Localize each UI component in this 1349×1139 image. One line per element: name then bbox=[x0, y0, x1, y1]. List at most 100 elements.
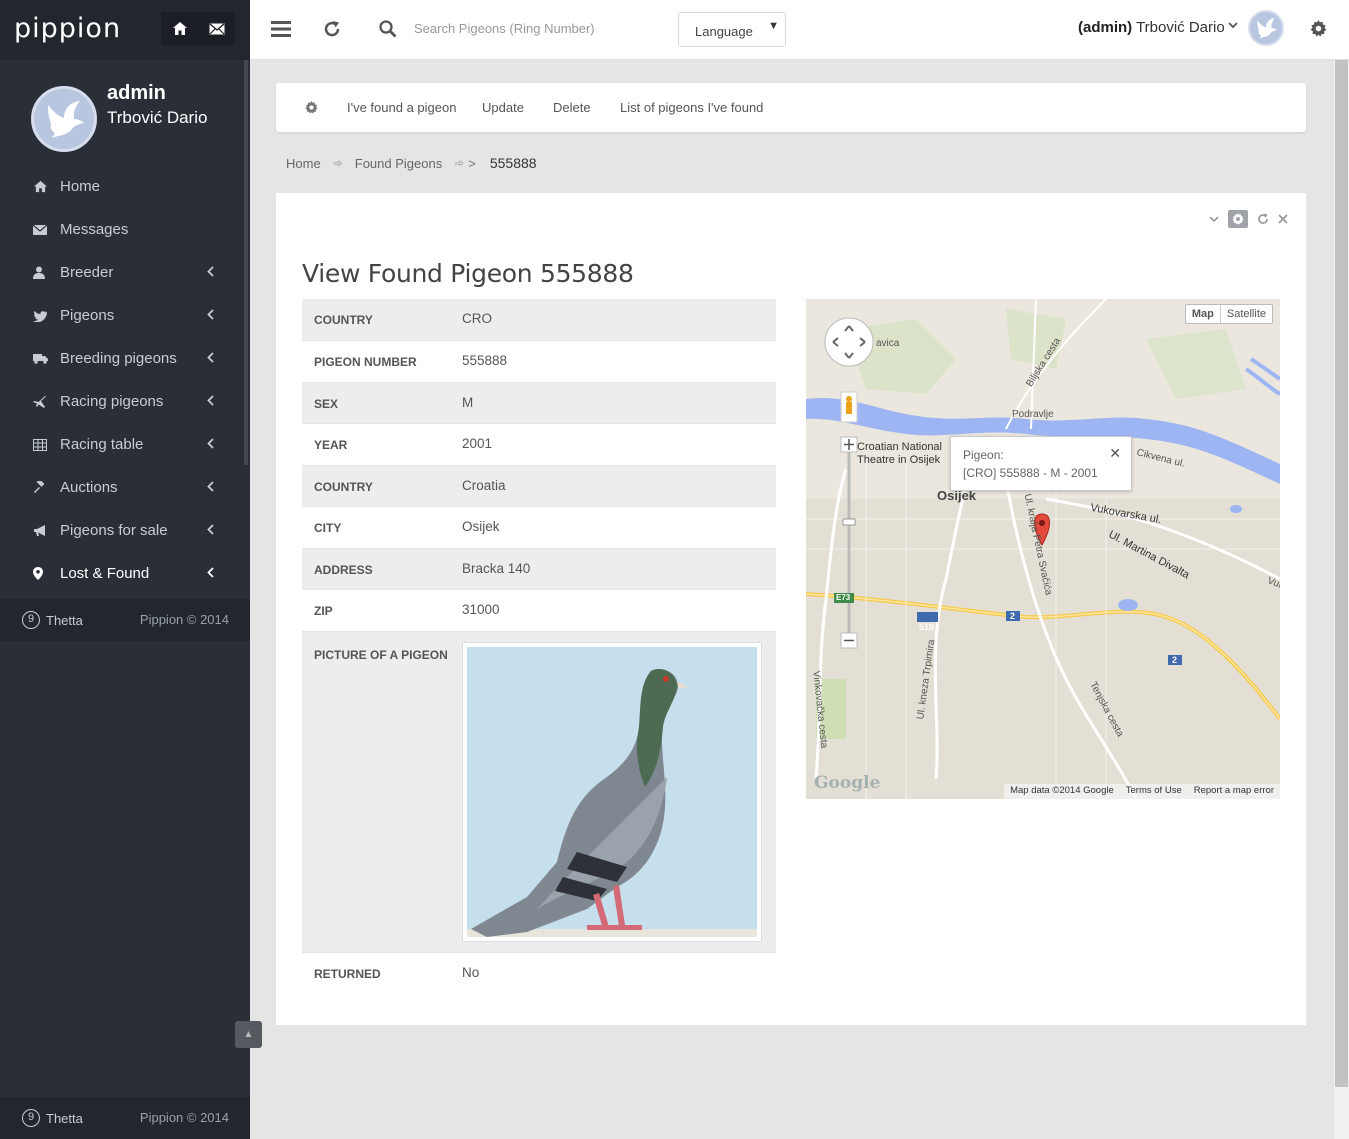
chevron-left-icon bbox=[207, 438, 214, 449]
actions-gear-icon[interactable] bbox=[305, 101, 318, 117]
route-e73-label: E73 bbox=[836, 593, 851, 602]
sidebar-footer-bottom: 9 Thetta Pippion © 2014 bbox=[0, 1097, 250, 1139]
pigeon-photo[interactable] bbox=[462, 642, 762, 942]
map-type-map-button[interactable]: Map bbox=[1186, 305, 1221, 323]
top-bar: Search Pigeons (Ring Number) Language ▼ … bbox=[250, 0, 1349, 60]
map-marker-icon bbox=[33, 567, 51, 580]
map-label-theatre-2: Theatre in Osijek bbox=[857, 454, 941, 466]
found-pigeon-link[interactable]: I've found a pigeon bbox=[347, 100, 456, 115]
chevron-left-icon bbox=[207, 309, 214, 320]
sidebar-item-label: Home bbox=[60, 178, 101, 195]
table-row: City Osijek bbox=[302, 506, 776, 548]
row-value: 555888 bbox=[462, 353, 508, 368]
sidebar-item-pigeons-for-sale[interactable]: Pigeons for sale bbox=[0, 509, 250, 552]
info-window-close-icon[interactable]: ✕ bbox=[1109, 445, 1121, 462]
action-bar: I've found a pigeon Update Delete List o… bbox=[276, 83, 1306, 132]
map-label-theatre: Croatian National bbox=[857, 441, 942, 453]
chevron-left-icon bbox=[207, 352, 214, 363]
home-shortcut-icon[interactable] bbox=[161, 12, 198, 45]
avatar[interactable] bbox=[31, 86, 97, 152]
sidebar-item-racing-table[interactable]: Racing table bbox=[0, 423, 250, 466]
sidebar-item-lost-found[interactable]: Lost & Found bbox=[0, 552, 250, 595]
row-value: 2001 bbox=[462, 436, 493, 451]
map-type-satellite-button[interactable]: Satellite bbox=[1221, 305, 1272, 323]
panel-tools bbox=[1209, 210, 1288, 228]
sidebar-item-messages[interactable]: Messages bbox=[0, 208, 250, 251]
profile-role: admin bbox=[107, 82, 166, 104]
scroll-top-button[interactable]: ▲ bbox=[235, 1021, 262, 1048]
sidebar-item-breeding-pigeons[interactable]: Breeding pigeons bbox=[0, 337, 250, 380]
pigeon-details-table: Country CRO Pigeon Number 555888 Sex M Y… bbox=[302, 299, 776, 994]
row-label: Zip bbox=[314, 604, 333, 618]
app-logo[interactable]: pippion bbox=[14, 13, 121, 44]
panel-refresh-icon[interactable] bbox=[1257, 213, 1269, 225]
breadcrumb: Home ➾ Found Pigeons ➾ > 555888 bbox=[286, 155, 537, 171]
company-link[interactable]: 9 Thetta bbox=[22, 1109, 83, 1127]
user-menu[interactable]: (admin) Trbović Dario bbox=[1078, 19, 1225, 36]
envelope-icon bbox=[33, 224, 51, 235]
company-link[interactable]: 9 Thetta bbox=[22, 611, 83, 629]
location-map[interactable]: 518 2 2 E73 avica Podravlje Biljska cest… bbox=[806, 299, 1280, 799]
caret-down-icon: ▼ bbox=[768, 20, 779, 32]
sidebar-item-home[interactable]: Home bbox=[0, 165, 250, 208]
user-avatar[interactable] bbox=[1248, 10, 1284, 46]
language-select[interactable]: Language ▼ bbox=[678, 12, 786, 47]
user-name: Trbović Dario bbox=[1132, 19, 1225, 36]
search-icon[interactable] bbox=[379, 20, 397, 41]
sidebar-item-label: Messages bbox=[60, 221, 129, 238]
row-value: M bbox=[462, 395, 474, 410]
language-select-value: Language bbox=[695, 24, 753, 39]
profile-card: admin Trbović Dario bbox=[0, 60, 250, 160]
brand-bar: pippion bbox=[0, 0, 250, 60]
profile-name: Trbović Dario bbox=[107, 108, 208, 127]
list-found-pigeons-link[interactable]: List of pigeons I've found bbox=[620, 100, 763, 115]
messages-shortcut-icon[interactable] bbox=[198, 12, 235, 45]
row-label: Returned bbox=[314, 967, 381, 981]
page-scroll-thumb[interactable] bbox=[1335, 60, 1348, 1087]
settings-gear-icon[interactable] bbox=[1310, 20, 1327, 40]
copyright-text: Pippion © 2014 bbox=[139, 1110, 229, 1125]
delete-link[interactable]: Delete bbox=[553, 100, 591, 115]
route-518-label: 518 bbox=[919, 622, 935, 632]
report-map-error-link[interactable]: Report a map error bbox=[1194, 785, 1274, 798]
sidebar-item-label: Pigeons for sale bbox=[60, 522, 168, 539]
sidebar-item-racing-pigeons[interactable]: Racing pigeons bbox=[0, 380, 250, 423]
terms-of-use-link[interactable]: Terms of Use bbox=[1126, 785, 1182, 798]
user-role: (admin) bbox=[1078, 19, 1133, 36]
chevron-down-icon[interactable] bbox=[1228, 22, 1238, 29]
sidebar-item-auctions[interactable]: Auctions bbox=[0, 466, 250, 509]
chevron-left-icon bbox=[207, 481, 214, 492]
menu-toggle-icon[interactable] bbox=[271, 21, 291, 40]
row-label: Year bbox=[314, 438, 348, 452]
row-value: Osijek bbox=[462, 519, 500, 534]
row-label: Country bbox=[314, 480, 373, 494]
map-attribution: Map data ©2014 Google Terms of Use Repor… bbox=[1004, 784, 1280, 799]
row-label: Sex bbox=[314, 397, 339, 411]
breadcrumb-home[interactable]: Home bbox=[286, 156, 321, 171]
company-name: Thetta bbox=[46, 612, 83, 628]
refresh-icon[interactable] bbox=[323, 20, 341, 41]
chevron-left-icon bbox=[207, 567, 214, 578]
sidebar-item-label: Lost & Found bbox=[60, 565, 150, 582]
arrow-right-icon: ➾ bbox=[454, 156, 465, 170]
copyright-text: Pippion © 2014 bbox=[139, 612, 229, 627]
sidebar-item-breeder[interactable]: Breeder bbox=[0, 251, 250, 294]
collapse-chevron-icon[interactable] bbox=[1209, 215, 1219, 223]
panel-settings-icon[interactable] bbox=[1228, 210, 1248, 228]
gavel-icon bbox=[33, 481, 51, 494]
map-info-window: Pigeon: [CRO] 555888 - M - 2001 ✕ bbox=[950, 436, 1132, 491]
table-row: Year 2001 bbox=[302, 423, 776, 465]
breadcrumb-found-pigeons[interactable]: Found Pigeons bbox=[355, 156, 442, 171]
row-label: Pigeon Number bbox=[314, 355, 417, 369]
panel-close-icon[interactable] bbox=[1278, 214, 1288, 224]
table-row: Country CRO bbox=[302, 299, 776, 340]
page-scrollbar[interactable]: ▼ bbox=[1334, 60, 1349, 1139]
row-value: Croatia bbox=[462, 478, 506, 493]
sidebar-item-label: Breeding pigeons bbox=[60, 350, 177, 367]
plane-icon bbox=[33, 395, 51, 408]
update-link[interactable]: Update bbox=[482, 100, 524, 115]
search-input[interactable]: Search Pigeons (Ring Number) bbox=[414, 21, 595, 36]
sidebar-item-pigeons[interactable]: Pigeons bbox=[0, 294, 250, 337]
info-window-text: [CRO] 555888 - M - 2001 bbox=[963, 466, 1098, 480]
sidebar-scrollbar[interactable] bbox=[244, 60, 248, 465]
